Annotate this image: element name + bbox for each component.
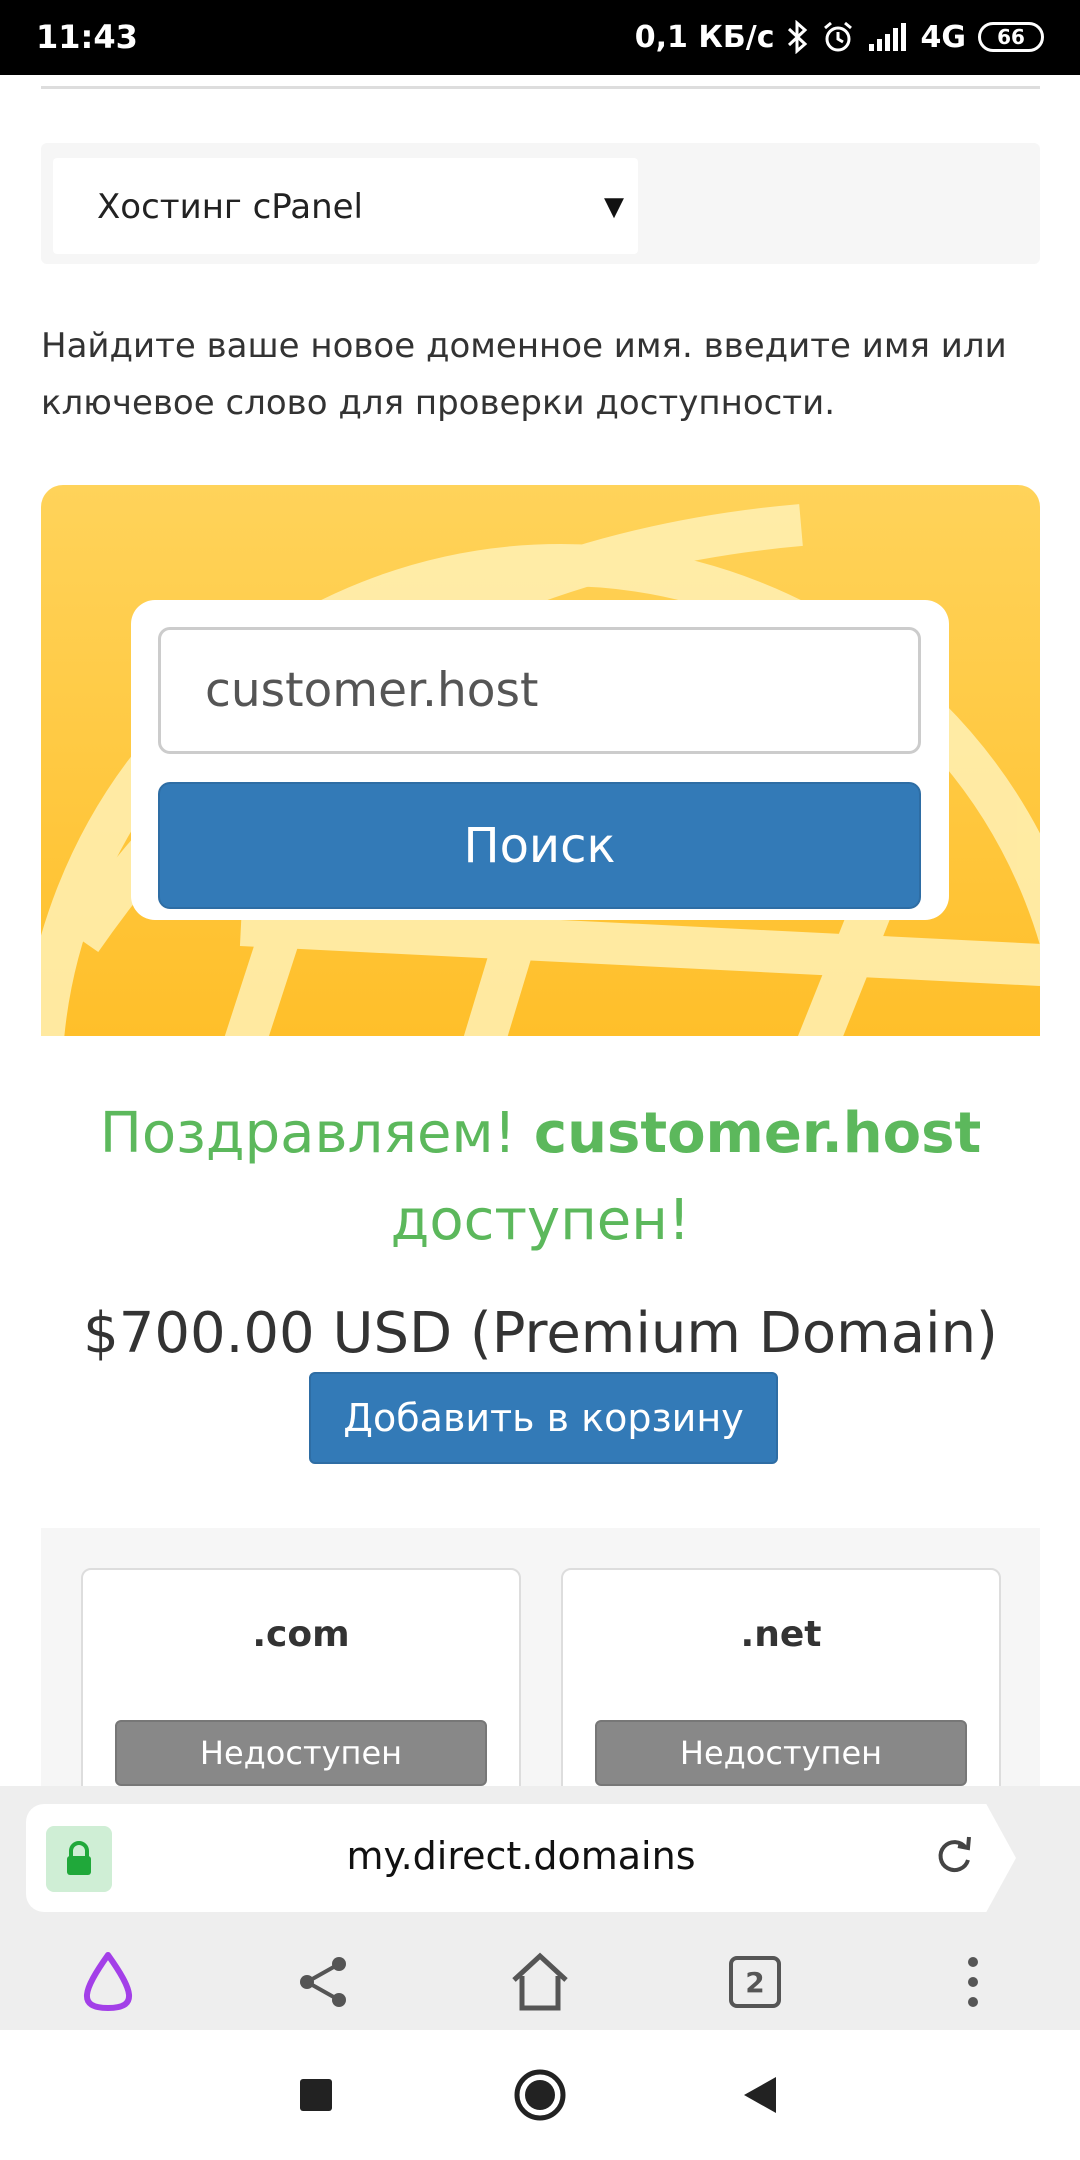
network-speed: 0,1 КБ/с: [634, 19, 775, 55]
tld-card: .net Недоступен: [561, 1568, 1001, 1808]
status-icons: 0,1 КБ/с 4G 66: [635, 14, 1044, 60]
reload-icon[interactable]: [932, 1830, 976, 1884]
domain-search-input[interactable]: [158, 627, 921, 754]
recents-icon[interactable]: [281, 2060, 351, 2130]
domain-search-hero: Поиск: [41, 485, 1040, 1036]
divider: [41, 86, 1040, 89]
intro-text: Найдите ваше новое доменное имя. введите…: [41, 326, 1007, 423]
add-to-cart-button[interactable]: Добавить в корзину: [309, 1371, 778, 1464]
home-icon[interactable]: [492, 1934, 588, 2030]
more-menu-icon[interactable]: [925, 1934, 1021, 2030]
signal-icon: [867, 22, 909, 52]
unavailable-button[interactable]: Недоступен: [595, 1720, 967, 1786]
battery-indicator: 66: [978, 22, 1044, 52]
browser-toolbar: 2: [0, 1934, 1080, 2030]
tabs-button[interactable]: 2: [707, 1934, 803, 2030]
network-type: 4G: [920, 19, 967, 55]
available-text: доступен!: [390, 1188, 691, 1253]
hosting-select-panel: Хостинг cPanel ▼: [41, 143, 1040, 264]
system-navigation-bar: [0, 2030, 1080, 2160]
hosting-select[interactable]: Хостинг cPanel ▼: [53, 158, 638, 254]
price-block: $700.00 USD (Premium Domain) Добавить в …: [41, 1290, 1040, 1470]
browser-bottom-bar: my.direct.domains 2: [0, 1786, 1080, 2030]
hosting-select-value: Хостинг cPanel: [97, 187, 364, 227]
bluetooth-icon: [787, 20, 809, 54]
alarm-icon: [821, 20, 855, 54]
tabs-count: 2: [729, 1956, 781, 2008]
tld-name: .com: [252, 1614, 350, 1655]
assistant-icon[interactable]: [60, 1934, 156, 2030]
address-bar[interactable]: my.direct.domains: [26, 1804, 1016, 1912]
search-card: Поиск: [131, 600, 949, 920]
back-icon[interactable]: [725, 2060, 795, 2130]
domain-price: $700.00 USD (Premium Domain): [83, 1301, 998, 1366]
tld-card: .com Недоступен: [81, 1568, 521, 1808]
availability-result: Поздравляем! customer.host доступен!: [41, 1090, 1040, 1264]
tld-name: .net: [740, 1614, 822, 1655]
status-bar: 11:43 0,1 КБ/с 4G 66: [0, 0, 1080, 75]
status-time: 11:43: [36, 18, 138, 56]
congrats-text: Поздравляем!: [99, 1101, 517, 1166]
result-domain: customer.host: [533, 1101, 982, 1166]
unavailable-button[interactable]: Недоступен: [115, 1720, 487, 1786]
home-nav-icon[interactable]: [505, 2060, 575, 2130]
caret-down-icon: ▼: [604, 192, 624, 222]
tld-suggestions: .com Недоступен .net Недоступен: [41, 1528, 1040, 1808]
share-icon[interactable]: [275, 1934, 371, 2030]
url-text: my.direct.domains: [346, 1834, 696, 1878]
search-button[interactable]: Поиск: [158, 782, 921, 909]
